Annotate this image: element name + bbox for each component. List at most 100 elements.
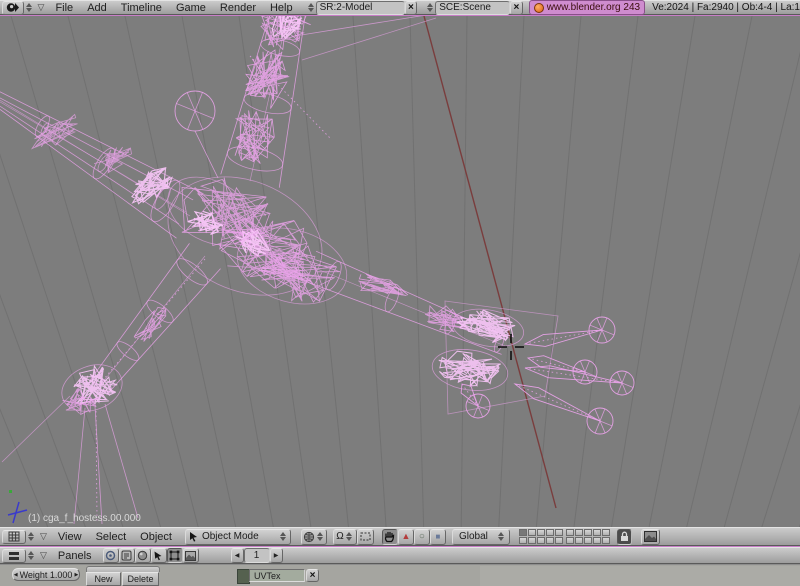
layer-toggle[interactable] — [593, 529, 601, 536]
scene-browse-arrows[interactable] — [427, 3, 433, 12]
logic-icon — [105, 550, 116, 561]
menu-render[interactable]: Render — [220, 2, 256, 14]
script-context-button[interactable] — [119, 548, 135, 563]
spin-right-icon: ▶ — [74, 572, 78, 578]
blender-org-link[interactable]: www.blender.org 243 — [529, 0, 645, 15]
layer-toggle[interactable] — [537, 529, 545, 536]
viewport-3d[interactable]: (1) cga_f_hostess.00.000 — [0, 16, 800, 527]
buttons-content: ◀ Weight 1.000 ▶ New Delete UVTex × — [0, 564, 800, 586]
editing-context-button[interactable] — [167, 548, 183, 563]
lock-layers-toggle[interactable] — [617, 529, 632, 545]
vertex-group-delete-button[interactable]: Delete — [122, 572, 159, 586]
orientation-label: Global — [456, 531, 491, 542]
layer-toggle[interactable] — [555, 529, 563, 536]
shading-arrows — [317, 532, 323, 541]
shading-sphere-icon — [303, 531, 315, 543]
layer-toggle[interactable] — [584, 529, 592, 536]
menu-panels[interactable]: Panels — [58, 550, 92, 562]
scene-context-button[interactable] — [183, 548, 199, 563]
viewport-canvas[interactable]: (1) cga_f_hostess.00.000 — [0, 16, 800, 527]
dashed-box-icon — [360, 532, 371, 541]
screen-close-button[interactable]: × — [405, 1, 418, 15]
shading-context-button[interactable] — [135, 548, 151, 563]
manipulator-rotate-toggle[interactable]: ○ — [414, 529, 430, 545]
layer-toggle[interactable] — [546, 529, 554, 536]
mode-label: Object Mode — [199, 531, 262, 542]
layer-toggle[interactable] — [555, 537, 563, 544]
buttons-header: ▽ Panels — [0, 547, 800, 564]
menu-select[interactable]: Select — [96, 531, 127, 543]
menu-game[interactable]: Game — [176, 2, 206, 14]
manipulator-translate-toggle[interactable]: ▲ — [398, 529, 414, 545]
uvtex-delete-button[interactable]: × — [306, 569, 319, 582]
window-type-arrows[interactable] — [26, 3, 32, 12]
layer-toggle[interactable] — [546, 537, 554, 544]
scene-close-button[interactable]: × — [510, 1, 523, 15]
menu-help[interactable]: Help — [270, 2, 293, 14]
header-collapse-icon[interactable]: ▽ — [38, 3, 45, 12]
header-collapse-icon[interactable]: ▽ — [40, 551, 47, 560]
screen-browse-arrows[interactable] — [308, 3, 314, 12]
header-collapse-icon[interactable]: ▽ — [40, 532, 47, 541]
layer-toggle[interactable] — [519, 537, 527, 544]
pivot-arrows — [346, 532, 352, 541]
buttons-window-icon — [8, 551, 20, 561]
layer-toggle[interactable] — [602, 537, 610, 544]
render-image-icon — [644, 531, 657, 542]
editor-type-arrows[interactable] — [28, 532, 34, 541]
object-context-button[interactable] — [151, 548, 167, 563]
object-mode-icon — [188, 531, 199, 542]
blender-org-icon — [534, 3, 544, 13]
manipulator-hand-toggle[interactable] — [382, 529, 398, 545]
hand-icon — [384, 531, 395, 543]
window-type-button[interactable] — [2, 1, 24, 15]
weight-spinner[interactable]: ◀ Weight 1.000 ▶ — [12, 568, 80, 581]
layer-toggle[interactable] — [602, 529, 610, 536]
blender-window: ▽ File Add Timeline Game Render Help SR:… — [0, 0, 800, 585]
editor-type-arrows[interactable] — [28, 551, 34, 560]
scene-stats: Ve:2024 | Fa:2940 | Ob:4-4 | La:1 — [652, 2, 800, 13]
frame-number-field[interactable]: 1 — [244, 548, 270, 563]
grid-3dview-icon — [8, 531, 20, 542]
menu-file[interactable]: File — [55, 2, 73, 14]
logic-context-button[interactable] — [103, 548, 119, 563]
uvtex-name-field[interactable]: UVTex — [249, 569, 305, 582]
frame-increment-button[interactable]: ▶ — [270, 548, 283, 563]
layer-toggle[interactable] — [528, 537, 536, 544]
manipulator-scale-toggle[interactable]: ■ — [430, 529, 446, 545]
scene-name: SCE:Scene — [436, 2, 494, 13]
menu-add[interactable]: Add — [87, 2, 107, 14]
layer-toggle[interactable] — [566, 537, 574, 544]
pivot-dropdown[interactable]: Ω — [333, 529, 357, 545]
scene-picture-icon — [185, 551, 196, 561]
layer-toggle[interactable] — [593, 537, 601, 544]
screen-selector[interactable]: SR:2-Model — [316, 1, 405, 15]
menu-object[interactable]: Object — [140, 531, 172, 543]
scene-selector[interactable]: SCE:Scene — [435, 1, 510, 15]
frame-spinner: ◀ 1 ▶ — [231, 548, 283, 563]
editor-type-button-3dview[interactable] — [2, 530, 26, 544]
layer-toggle[interactable] — [575, 529, 583, 536]
move-centers-toggle[interactable] — [357, 529, 374, 545]
layer-toggle[interactable] — [537, 537, 545, 544]
render-preview-button[interactable] — [641, 529, 660, 545]
spin-left-icon: ◀ — [14, 572, 18, 578]
layer-toggle[interactable] — [575, 537, 583, 544]
layer-toggle[interactable] — [584, 537, 592, 544]
vertex-group-new-button[interactable]: New — [86, 572, 121, 586]
frame-decrement-button[interactable]: ◀ — [231, 548, 244, 563]
spin-right-icon: ▶ — [274, 552, 279, 559]
mode-dropdown-arrows — [280, 532, 286, 541]
material-sphere-icon — [137, 550, 148, 561]
layer-toggle[interactable] — [519, 529, 527, 536]
mode-dropdown[interactable]: Object Mode — [185, 529, 291, 545]
viewport-shading-dropdown[interactable] — [301, 529, 327, 545]
scale-square-icon: ■ — [436, 533, 441, 541]
menu-timeline[interactable]: Timeline — [121, 2, 162, 14]
menu-view[interactable]: View — [58, 531, 82, 543]
orientation-dropdown[interactable]: Global — [452, 529, 510, 545]
layer-toggle[interactable] — [566, 529, 574, 536]
editor-type-button-buttons[interactable] — [2, 549, 26, 563]
layer-toggle[interactable] — [528, 529, 536, 536]
lock-icon — [620, 531, 629, 542]
